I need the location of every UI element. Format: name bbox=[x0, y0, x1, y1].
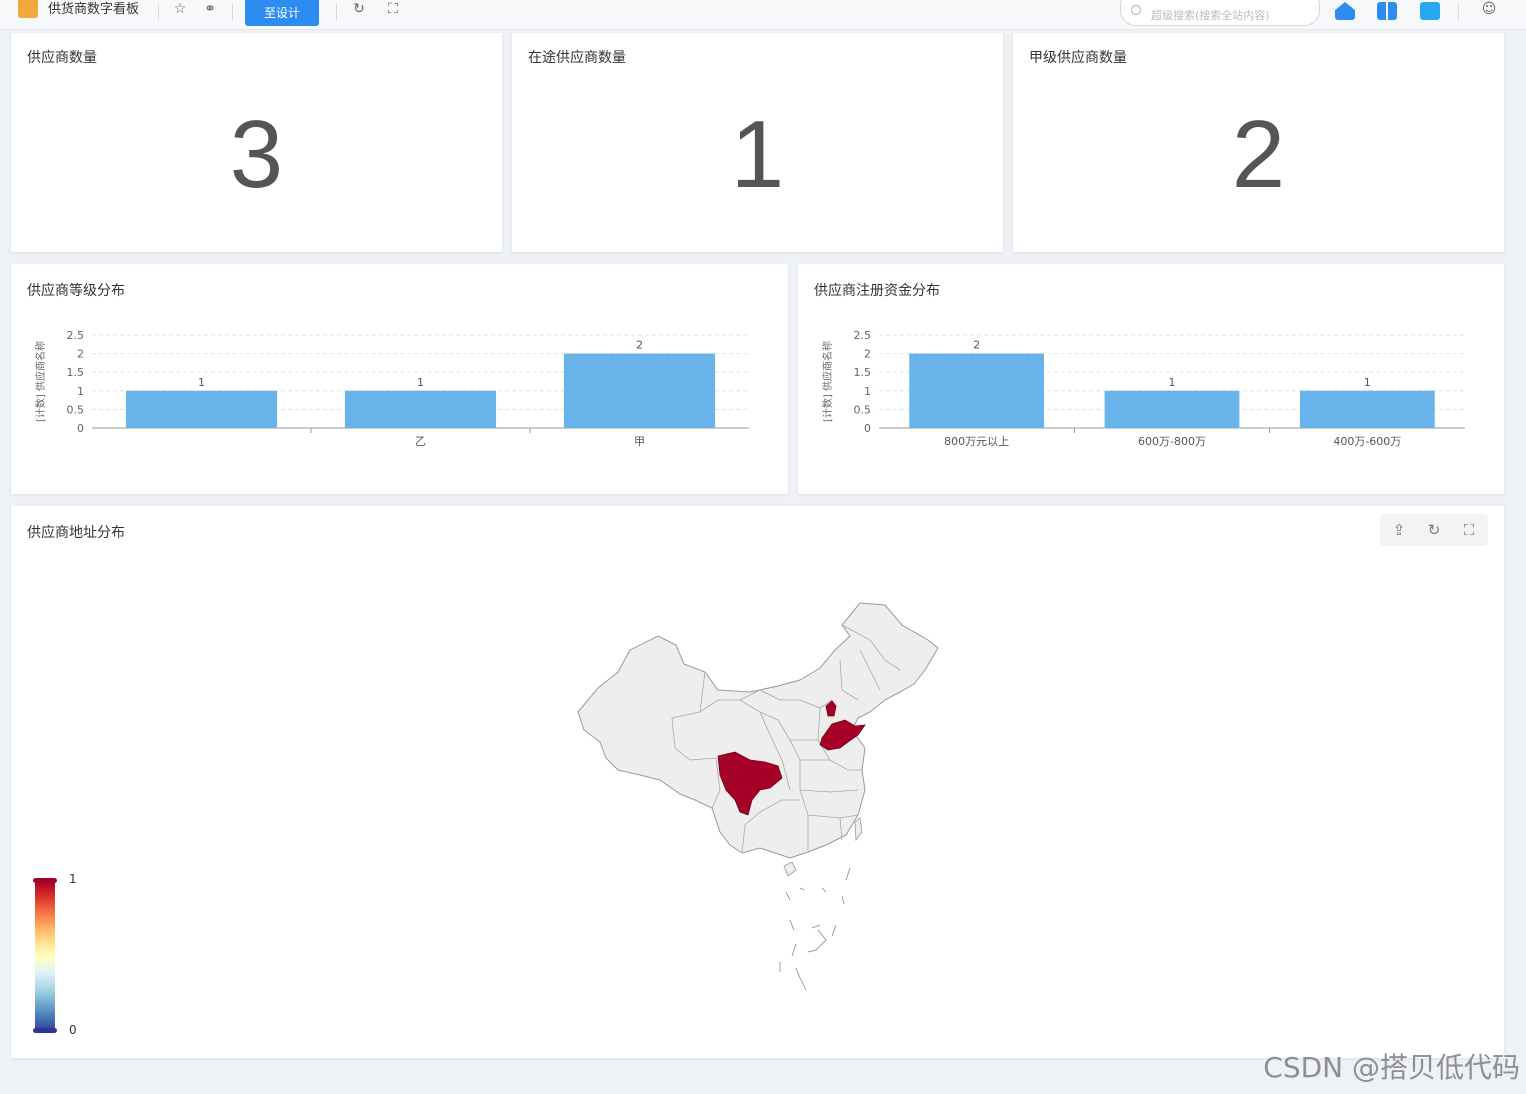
bar bbox=[909, 353, 1045, 428]
y-axis-title: [计数] 供应商名称 bbox=[821, 341, 834, 422]
kpi-value: 3 bbox=[229, 101, 284, 208]
y-tick-label: 1 bbox=[77, 385, 84, 398]
data-label: 1 bbox=[198, 376, 205, 389]
y-tick-label: 1.5 bbox=[67, 366, 85, 379]
legend-max-label: 1 bbox=[69, 872, 77, 886]
user-icon[interactable]: ☺ bbox=[1480, 2, 1498, 16]
y-tick-label: 2.5 bbox=[67, 329, 85, 342]
kpi-card-grade-a-count: 甲级供应商数量 2 bbox=[1013, 33, 1504, 252]
kpi-value: 2 bbox=[1231, 101, 1286, 208]
y-tick-label: 2.5 bbox=[854, 329, 872, 342]
x-tick-label: 乙 bbox=[415, 435, 426, 448]
legend-min-label: 0 bbox=[69, 1023, 77, 1037]
bar bbox=[563, 353, 716, 428]
data-label: 1 bbox=[1169, 376, 1176, 389]
map-region-mainland bbox=[577, 602, 939, 859]
card-title: 甲级供应商数量 bbox=[1029, 50, 1127, 66]
x-tick-label: 600万-800万 bbox=[1138, 435, 1206, 448]
toolbar-divider bbox=[158, 4, 159, 20]
legend-min-handle[interactable] bbox=[33, 1028, 57, 1033]
app-title: 供货商数字看板 bbox=[48, 2, 140, 17]
check-icon[interactable] bbox=[1420, 2, 1440, 20]
fullscreen-icon[interactable]: ⛶ bbox=[384, 2, 402, 16]
kpi-card-supplier-count: 供应商数量 3 bbox=[11, 33, 502, 252]
apps-icon[interactable] bbox=[1377, 2, 1397, 20]
y-tick-label: 1.5 bbox=[854, 366, 872, 379]
map-region-taiwan bbox=[854, 817, 863, 842]
design-button[interactable]: 至设计 bbox=[245, 0, 319, 26]
link-icon[interactable]: ⚭ bbox=[201, 2, 219, 16]
toolbar-divider bbox=[336, 4, 337, 20]
china-map bbox=[577, 602, 939, 991]
y-tick-label: 1 bbox=[864, 385, 871, 398]
top-toolbar: 供货商数字看板 ☆ ⚭ 至设计 ↻ ⛶ 超级搜索(搜索全站内容) ☺ bbox=[0, 0, 1526, 30]
data-label: 1 bbox=[1364, 376, 1371, 389]
kpi-card-in-transit-count: 在途供应商数量 1 bbox=[512, 33, 1003, 252]
star-icon[interactable]: ☆ bbox=[171, 2, 189, 16]
data-label: 2 bbox=[973, 339, 980, 352]
app-icon bbox=[18, 0, 38, 18]
legend-color-scale bbox=[35, 881, 55, 1033]
y-tick-label: 0 bbox=[77, 422, 84, 435]
home-icon[interactable] bbox=[1335, 2, 1355, 20]
card-title: 在途供应商数量 bbox=[528, 50, 626, 66]
toolbar-divider bbox=[1458, 4, 1459, 20]
x-tick-label: 800万元以上 bbox=[944, 435, 1009, 448]
grade-bar-chart: 0 0.5 1 1.5 2 2.5 [计数] 供应商名称 1 1 乙 2 甲 bbox=[34, 329, 749, 448]
kpi-value: 1 bbox=[730, 101, 785, 208]
x-tick-label: 甲 bbox=[634, 435, 645, 448]
search-icon bbox=[1131, 5, 1141, 15]
bar bbox=[1104, 390, 1240, 428]
card-title: 供应商数量 bbox=[27, 50, 97, 66]
search-placeholder: 超级搜索(搜索全站内容) bbox=[1151, 9, 1270, 22]
bar bbox=[344, 390, 497, 428]
south-china-sea-islands bbox=[779, 867, 851, 991]
search-input[interactable]: 超级搜索(搜索全站内容) bbox=[1120, 0, 1320, 26]
y-tick-label: 0.5 bbox=[67, 403, 85, 416]
bar bbox=[125, 390, 278, 428]
y-tick-label: 0.5 bbox=[854, 403, 872, 416]
capital-chart-card: 供应商注册资金分布 0 0.5 1 1.5 2 2.5 [计数] 供应商名称 2 800万元以上… bbox=[798, 264, 1504, 494]
map-card: 供应商地址分布 ⇪ ↻ ⛶ 1 0 bbox=[11, 506, 1504, 1058]
grade-chart-card: 供应商等级分布 0 0.5 1 1.5 2 2.5 [计数] 供应商名称 1 1 乙 2 甲 bbox=[11, 264, 788, 494]
y-tick-label: 0 bbox=[864, 422, 871, 435]
map-region-hainan bbox=[783, 861, 797, 877]
refresh-icon[interactable]: ↻ bbox=[350, 2, 368, 16]
y-tick-label: 2 bbox=[77, 348, 84, 361]
x-tick-label: 400万-600万 bbox=[1333, 435, 1401, 448]
y-axis-title: [计数] 供应商名称 bbox=[34, 341, 47, 422]
toolbar-divider bbox=[232, 4, 233, 20]
capital-bar-chart: 0 0.5 1 1.5 2 2.5 [计数] 供应商名称 2 800万元以上 1 600万-800万… bbox=[821, 329, 1465, 448]
y-tick-label: 2 bbox=[864, 348, 871, 361]
watermark: CSDN @搭贝低代码 bbox=[1263, 1051, 1520, 1084]
bar bbox=[1299, 390, 1435, 428]
data-label: 2 bbox=[636, 339, 643, 352]
data-label: 1 bbox=[417, 376, 424, 389]
